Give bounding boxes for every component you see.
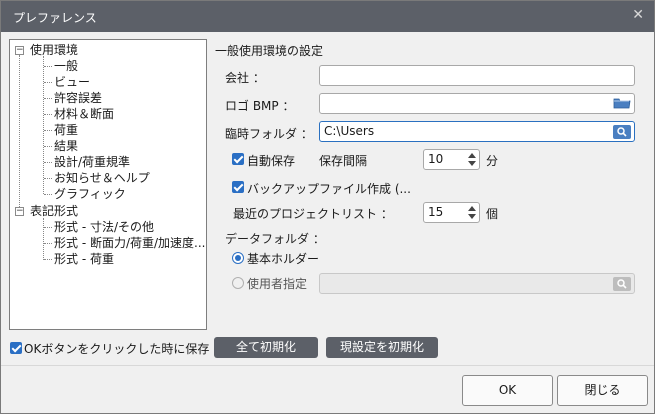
tree-connector bbox=[44, 130, 52, 131]
save-interval-label: 保存間隔 bbox=[319, 154, 368, 168]
autosave-label: 自動保存 bbox=[247, 154, 296, 168]
company-field[interactable] bbox=[319, 65, 635, 86]
basic-holder-label: 基本ホルダー bbox=[247, 252, 320, 266]
tree-item-label: グラフィック bbox=[54, 187, 126, 201]
collapse-icon[interactable]: − bbox=[15, 207, 24, 216]
user-specified-radio[interactable] bbox=[232, 277, 244, 289]
close-button[interactable]: 閉じる bbox=[557, 375, 648, 406]
tree-item-view[interactable]: ビュー bbox=[54, 74, 90, 90]
stepper-arrows-icon[interactable] bbox=[467, 151, 477, 168]
folder-icon[interactable] bbox=[613, 96, 631, 110]
company-label: 会社 ： bbox=[225, 71, 265, 85]
tree-group-usage-env[interactable]: 使用環境 bbox=[30, 42, 78, 58]
section-title: 一般使用環境の設定 bbox=[215, 44, 324, 58]
collapse-icon[interactable]: − bbox=[15, 46, 24, 55]
tree-item-format-force[interactable]: 形式 - 断面力/荷重/加速度... bbox=[54, 235, 206, 251]
recent-projects-stepper[interactable]: 15 bbox=[423, 202, 480, 223]
backup-label: バックアップファイル作成 (... bbox=[247, 182, 411, 196]
tree-item-label: 形式 - 荷重 bbox=[54, 252, 114, 266]
tree-item-general[interactable]: 一般 bbox=[54, 58, 78, 74]
basic-holder-radio[interactable] bbox=[232, 252, 244, 264]
save-on-ok-label: OKボタンをクリックした時に保存 bbox=[24, 342, 210, 356]
search-icon[interactable] bbox=[613, 125, 631, 139]
user-specified-field[interactable] bbox=[319, 273, 635, 294]
tree-connector bbox=[44, 82, 52, 83]
tree-connector bbox=[44, 243, 52, 244]
tree-connector bbox=[44, 66, 52, 67]
ok-button[interactable]: OK bbox=[462, 375, 553, 406]
autosave-checkbox[interactable] bbox=[232, 153, 244, 165]
tree-item-notice-help[interactable]: お知らせ＆ヘルプ bbox=[54, 170, 150, 186]
tree-connector bbox=[43, 218, 44, 260]
recent-projects-value: 15 bbox=[428, 205, 444, 219]
save-on-ok-checkbox[interactable] bbox=[10, 342, 22, 354]
user-specified-label: 使用者指定 bbox=[247, 277, 308, 291]
dialog-footer: OK 閉じる bbox=[1, 365, 654, 413]
tree-item-label: 許容誤差 bbox=[54, 91, 103, 105]
close-icon[interactable]: ✕ bbox=[632, 7, 644, 23]
logo-label: ロゴ BMP ： bbox=[225, 99, 295, 113]
tree-group-notation[interactable]: 表記形式 bbox=[30, 203, 78, 219]
preferences-dialog: プレファレンス ✕ − 使用環境 一般 ビュー 許容誤差 材料＆断面 荷重 結果… bbox=[0, 0, 655, 414]
recent-projects-unit: 個 bbox=[486, 207, 499, 221]
tree-connector bbox=[19, 55, 20, 215]
tree-group-label: 使用環境 bbox=[30, 43, 79, 57]
tree-item-results[interactable]: 結果 bbox=[54, 138, 78, 154]
logo-field[interactable] bbox=[319, 93, 635, 114]
data-folder-label: データフォルダ ： bbox=[225, 232, 325, 246]
tree-connector bbox=[44, 98, 52, 99]
tree-item-material-section[interactable]: 材料＆断面 bbox=[54, 106, 114, 122]
tree-connector bbox=[44, 194, 52, 195]
tree-connector bbox=[44, 146, 52, 147]
save-interval-value: 10 bbox=[428, 152, 444, 166]
reset-current-button[interactable]: 現設定を初期化 bbox=[326, 337, 438, 358]
tree-item-tolerance[interactable]: 許容誤差 bbox=[54, 90, 102, 106]
tree-item-label: お知らせ＆ヘルプ bbox=[54, 171, 150, 185]
backup-checkbox[interactable] bbox=[232, 181, 244, 193]
tree-connector bbox=[44, 178, 52, 179]
tree-item-format-dimension[interactable]: 形式 - 寸法/その他 bbox=[54, 219, 154, 235]
tree-item-label: 結果 bbox=[54, 139, 79, 153]
tree-connector bbox=[44, 227, 52, 228]
reset-all-button[interactable]: 全て初期化 bbox=[214, 337, 318, 358]
tree-item-label: 形式 - 寸法/その他 bbox=[54, 220, 155, 234]
tree-item-label: 設計/荷重規準 bbox=[54, 155, 131, 169]
tree-item-label: 荷重 bbox=[54, 123, 79, 137]
tree-item-label: 形式 - 断面力/荷重/加速度... bbox=[54, 236, 206, 250]
tree-item-label: ビュー bbox=[54, 75, 91, 89]
tree-connector bbox=[44, 259, 52, 260]
recent-projects-label: 最近のプロジェクトリスト ： bbox=[233, 207, 393, 221]
temp-folder-field[interactable]: C:\Users bbox=[319, 121, 635, 142]
tree-connector bbox=[44, 162, 52, 163]
tree-group-label: 表記形式 bbox=[30, 204, 79, 218]
save-interval-stepper[interactable]: 10 bbox=[423, 149, 480, 170]
category-tree[interactable]: − 使用環境 一般 ビュー 許容誤差 材料＆断面 荷重 結果 設計/荷重規準 お… bbox=[9, 39, 207, 330]
title-bar: プレファレンス ✕ bbox=[1, 1, 654, 32]
tree-item-load[interactable]: 荷重 bbox=[54, 122, 78, 138]
tree-item-format-load[interactable]: 形式 - 荷重 bbox=[54, 251, 114, 267]
save-interval-unit: 分 bbox=[486, 154, 499, 168]
stepper-arrows-icon[interactable] bbox=[467, 204, 477, 221]
tree-item-graphic[interactable]: グラフィック bbox=[54, 186, 126, 202]
tree-item-design-code[interactable]: 設計/荷重規準 bbox=[54, 154, 130, 170]
search-icon[interactable] bbox=[613, 277, 631, 291]
tree-item-label: 一般 bbox=[54, 59, 79, 73]
dialog-title: プレファレンス bbox=[13, 11, 97, 25]
tree-connector bbox=[44, 114, 52, 115]
tree-connector bbox=[43, 56, 44, 194]
tree-item-label: 材料＆断面 bbox=[54, 107, 115, 121]
temp-folder-label: 臨時フォルダ ： bbox=[225, 127, 313, 141]
